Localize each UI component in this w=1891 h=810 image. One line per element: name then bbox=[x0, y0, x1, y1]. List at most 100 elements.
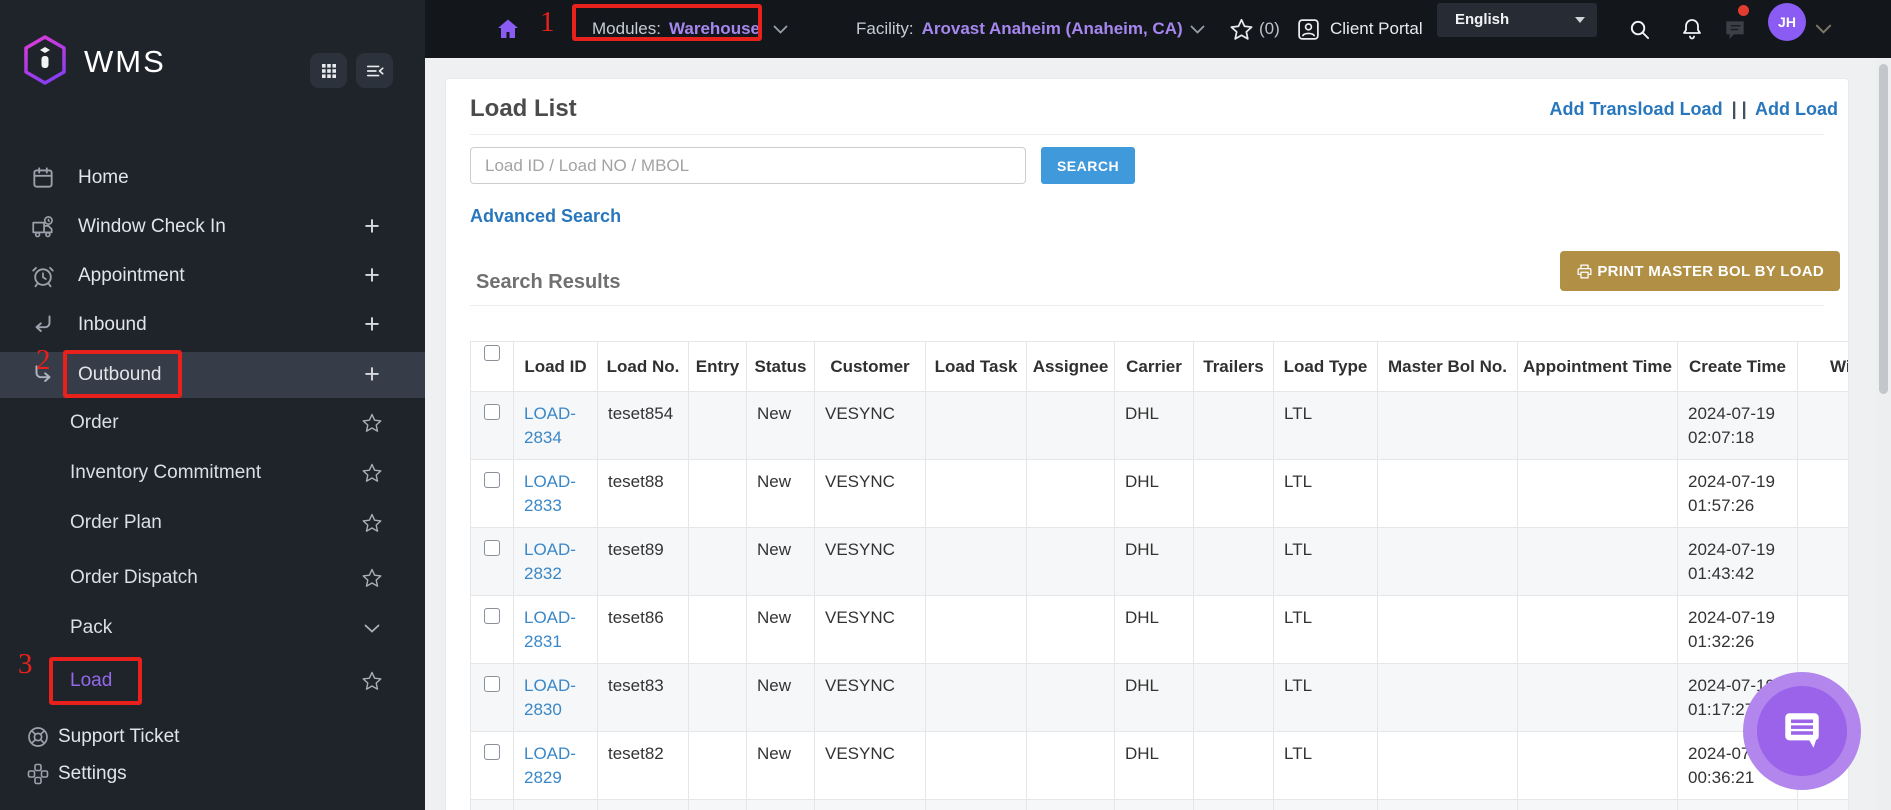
sidebar-item-outbound[interactable]: Outbound + bbox=[0, 352, 425, 398]
load-id-link[interactable]: LOAD-2829 bbox=[524, 744, 576, 787]
expand-plus-icon[interactable]: + bbox=[356, 352, 388, 396]
row-checkbox[interactable] bbox=[484, 744, 500, 760]
user-menu-toggle[interactable] bbox=[1815, 0, 1832, 58]
load-task-cell bbox=[925, 391, 1027, 460]
language-select[interactable]: English bbox=[1437, 3, 1597, 37]
sidebar-item-appointment[interactable]: Appointment + bbox=[0, 253, 425, 299]
sidebar-subitem-order-plan[interactable]: Order Plan bbox=[0, 500, 425, 546]
sidebar-subitem-load[interactable]: Load bbox=[0, 658, 425, 704]
search-button-topbar[interactable] bbox=[1628, 0, 1651, 58]
assignee-cell bbox=[1026, 459, 1115, 528]
sidebar-subitem-label: Order bbox=[70, 412, 119, 433]
print-master-bol-button[interactable]: PRINT MASTER BOL BY LOAD bbox=[1560, 251, 1840, 291]
modules-value: Warehouse bbox=[668, 19, 760, 38]
client-portal-button[interactable]: Client Portal bbox=[1296, 0, 1423, 58]
add-transload-load-link[interactable]: Add Transload Load bbox=[1550, 99, 1723, 119]
assignee-cell bbox=[1026, 527, 1115, 596]
trailers-cell bbox=[1193, 527, 1274, 596]
client-portal-icon bbox=[1298, 18, 1319, 40]
favorites-button[interactable]: (0) bbox=[1230, 0, 1280, 58]
sidebar-item-inbound[interactable]: Inbound + bbox=[0, 302, 425, 348]
favorite-star-icon[interactable] bbox=[362, 513, 382, 533]
status-cell: New bbox=[746, 663, 815, 732]
search-input[interactable] bbox=[470, 147, 1026, 184]
message-icon bbox=[1726, 21, 1744, 39]
load-id-cell: LOAD-2829 bbox=[513, 731, 598, 800]
facility-dropdown-toggle[interactable] bbox=[1190, 0, 1205, 58]
chevron-down-icon bbox=[364, 624, 380, 633]
carrier-cell: DHL bbox=[1114, 595, 1194, 664]
row-checkbox[interactable] bbox=[484, 540, 500, 556]
header-links: Add Transload Load | | Add Load bbox=[1550, 99, 1838, 120]
chat-fab-button[interactable] bbox=[1743, 672, 1861, 790]
row-select-cell bbox=[470, 799, 514, 810]
chevron-down-icon bbox=[773, 25, 788, 34]
brand-name: WMS bbox=[84, 44, 166, 79]
avatar-initials: JH bbox=[1778, 14, 1796, 30]
expand-plus-icon[interactable]: + bbox=[356, 253, 388, 297]
sidebar-subitem-order[interactable]: Order bbox=[0, 400, 425, 446]
row-checkbox[interactable] bbox=[484, 608, 500, 624]
modules-dropdown-toggle[interactable] bbox=[773, 0, 788, 58]
row-checkbox[interactable] bbox=[484, 472, 500, 488]
notifications-button[interactable] bbox=[1680, 0, 1704, 58]
carrier-cell: DHL bbox=[1114, 391, 1194, 460]
sidebar-item-window-check-in[interactable]: Window Check In + bbox=[0, 204, 425, 250]
notification-dot bbox=[1738, 5, 1749, 16]
col-carrier: Carrier bbox=[1114, 341, 1194, 392]
sidebar-collapse-button[interactable] bbox=[356, 53, 393, 88]
assignee-cell bbox=[1026, 391, 1115, 460]
assignee-cell bbox=[1026, 595, 1115, 664]
sidebar-subitem-pack[interactable]: Pack bbox=[0, 605, 425, 651]
row-checkbox[interactable] bbox=[484, 404, 500, 420]
row-checkbox[interactable] bbox=[484, 676, 500, 692]
favorite-star-icon[interactable] bbox=[362, 568, 382, 588]
sidebar-subitem-inventory-commitment[interactable]: Inventory Commitment bbox=[0, 450, 425, 496]
favorite-star-icon[interactable] bbox=[362, 463, 382, 483]
topbar: Modules: Warehouse Facility: Arovast Ana… bbox=[425, 0, 1891, 58]
favorite-star-icon[interactable] bbox=[362, 671, 382, 691]
add-load-link[interactable]: Add Load bbox=[1755, 99, 1838, 119]
load-no-cell: teset83 bbox=[597, 663, 689, 732]
sidebar-subitem-label: Inventory Commitment bbox=[70, 462, 262, 483]
table-row: LOAD-2833 teset88 New VESYNC DHL LTL 202… bbox=[470, 459, 1848, 528]
home-nav-button[interactable] bbox=[496, 0, 520, 58]
select-all-checkbox[interactable] bbox=[484, 344, 500, 361]
search-button[interactable]: SEARCH bbox=[1041, 147, 1135, 184]
grid-icon bbox=[321, 63, 336, 78]
expand-plus-icon[interactable]: + bbox=[356, 204, 388, 248]
appointment-time-cell bbox=[1517, 731, 1678, 800]
facility-selector[interactable]: Facility: Arovast Anaheim (Anaheim, CA) bbox=[856, 0, 1183, 58]
row-select-cell bbox=[470, 595, 514, 664]
apps-grid-button[interactable] bbox=[310, 53, 347, 88]
load-no-cell: teset82 bbox=[597, 731, 689, 800]
expand-plus-icon[interactable]: + bbox=[356, 302, 388, 346]
scrollbar-thumb[interactable] bbox=[1879, 64, 1888, 394]
window-cell bbox=[1797, 527, 1848, 596]
sidebar-item-settings[interactable]: Settings bbox=[0, 751, 425, 797]
vertical-scrollbar bbox=[1876, 58, 1891, 810]
favorite-star-icon[interactable] bbox=[362, 413, 382, 433]
customer-cell: VESYNC bbox=[814, 459, 926, 528]
entry-cell bbox=[688, 527, 747, 596]
user-avatar[interactable]: JH bbox=[1768, 3, 1806, 41]
row-select-cell bbox=[470, 527, 514, 596]
load-id-link[interactable]: LOAD-2832 bbox=[524, 540, 576, 583]
load-id-link[interactable]: LOAD-2831 bbox=[524, 608, 576, 651]
col-assignee: Assignee bbox=[1026, 341, 1115, 392]
load-id-link[interactable]: LOAD-2833 bbox=[524, 472, 576, 515]
chat-fab-inner bbox=[1757, 686, 1847, 776]
sidebar-subitem-order-dispatch[interactable]: Order Dispatch bbox=[0, 555, 425, 601]
load-id-link[interactable]: LOAD-2834 bbox=[524, 404, 576, 447]
load-no-cell: teset86 bbox=[597, 595, 689, 664]
sidebar-subitem-label: Order Dispatch bbox=[70, 567, 198, 588]
print-master-bol-label: PRINT MASTER BOL BY LOAD bbox=[1597, 262, 1824, 280]
load-id-link[interactable]: LOAD-2830 bbox=[524, 676, 576, 719]
load-id-cell: LOAD-2832 bbox=[513, 527, 598, 596]
advanced-search-link[interactable]: Advanced Search bbox=[470, 206, 621, 227]
sidebar-item-home[interactable]: Home bbox=[0, 155, 425, 201]
entry-cell bbox=[688, 391, 747, 460]
favorites-count: (0) bbox=[1259, 19, 1280, 38]
col-entry: Entry bbox=[688, 341, 747, 392]
modules-selector[interactable]: Modules: Warehouse bbox=[592, 0, 760, 58]
